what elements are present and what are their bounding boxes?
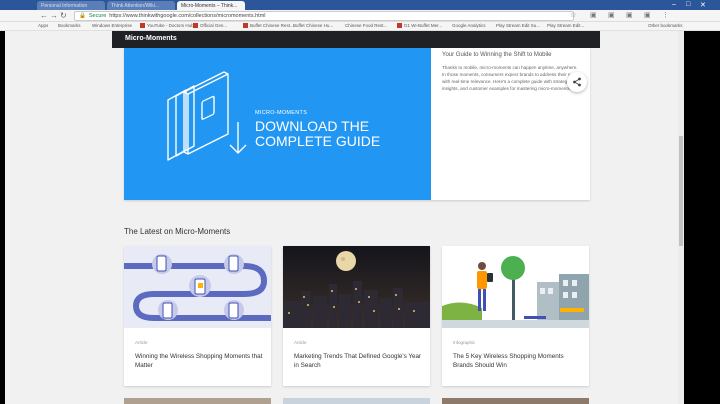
card-title[interactable]: The 5 Key Wireless Shopping Moments Bran… xyxy=(453,352,581,370)
bookmark-favicon xyxy=(397,23,402,28)
latest-section-title: The Latest on Micro-Moments xyxy=(124,227,231,236)
next-card-preview[interactable] xyxy=(283,398,430,404)
extension-icon[interactable]: ▣ xyxy=(590,11,597,19)
lock-icon: 🔒 xyxy=(79,13,86,19)
window-edge xyxy=(684,31,720,404)
scrollbar-thumb[interactable] xyxy=(679,136,683,246)
tab-strip: Personal Information Think Attention/Wik… xyxy=(0,0,720,10)
card-photo xyxy=(283,246,430,328)
bookmark-item[interactable]: G1 Wi-Buffet Mer... xyxy=(397,23,442,28)
star-icon[interactable]: ☆ xyxy=(570,11,576,19)
next-card-preview[interactable] xyxy=(124,398,271,404)
bookmark-item[interactable]: Apps xyxy=(38,23,48,28)
browser-tab-active[interactable]: Micro-Moments – Think... xyxy=(177,1,245,10)
guide-title-line-2: COMPLETE GUIDE xyxy=(255,133,381,149)
card-title[interactable]: Marketing Trends That Defined Google's Y… xyxy=(294,352,422,370)
browser-tab-1[interactable]: Personal Information xyxy=(37,1,105,10)
share-button[interactable] xyxy=(567,72,587,92)
browser-toolbar: ← → ↻ 🔒 Secure https://www.thinkwithgoogle… xyxy=(0,10,720,22)
extension-icon[interactable]: ▣ xyxy=(626,11,633,19)
share-icon xyxy=(573,77,581,87)
guide-body-text: Thanks to mobile, micro-moments can happ… xyxy=(442,65,581,91)
bookmark-favicon xyxy=(193,23,198,28)
back-icon[interactable]: ← xyxy=(40,11,48,20)
extension-icon[interactable]: ▣ xyxy=(608,11,615,19)
bookmark-item[interactable]: Chinese Food Rest... xyxy=(345,23,387,28)
city-moon-photo xyxy=(283,246,430,328)
tab-label: Personal Information xyxy=(41,3,88,9)
bookmark-item[interactable]: Other bookmarks xyxy=(648,23,683,28)
bookmarks-bar: Apps Bookmarks Windows Enterprise YouTub… xyxy=(0,22,720,31)
reload-icon[interactable]: ↻ xyxy=(60,11,67,20)
tab-label: Micro-Moments – Think... xyxy=(181,3,238,9)
card-title[interactable]: Winning the Wireless Shopping Moments th… xyxy=(135,352,263,370)
guide-description: Your Guide to Winning the Shift to Mobil… xyxy=(442,52,582,92)
bookmark-item[interactable]: Buffet Chinese Hu... xyxy=(293,23,333,28)
extension-icon[interactable]: ▣ xyxy=(644,11,651,19)
card-kicker: Infographic xyxy=(453,340,476,345)
article-card-2[interactable]: Article Marketing Trends That Defined Go… xyxy=(283,246,430,386)
forward-icon[interactable]: → xyxy=(50,11,58,20)
site-header: Micro-Moments xyxy=(112,31,600,48)
address-bar[interactable]: 🔒 Secure https://www.thinkwithgoogle.com/c… xyxy=(74,11,574,21)
url-text: https://www.thinkwithgoogle.com/collecti… xyxy=(109,13,266,19)
guide-banner[interactable]: MICRO-MOMENTS DOWNLOAD THE COMPLETE GUID… xyxy=(124,48,431,200)
bookmark-favicon xyxy=(140,23,145,28)
bookmark-item[interactable]: Google Analytics xyxy=(452,23,486,28)
guide-title: DOWNLOAD THE COMPLETE GUIDE xyxy=(255,119,415,149)
bookmark-item[interactable]: YouTube - Doctors Hub xyxy=(140,23,194,28)
site-logo-text[interactable]: Micro-Moments xyxy=(125,35,177,42)
window-edge xyxy=(0,31,5,404)
bookmark-item[interactable]: Play Stream Edit... xyxy=(547,23,584,28)
article-card-1[interactable]: Article Winning the Wireless Shopping Mo… xyxy=(124,246,271,386)
bookmark-item[interactable]: Buffet Chinese Rest... xyxy=(243,23,294,28)
card-illustration xyxy=(124,246,271,328)
browser-window: Personal Information Think Attention/Wik… xyxy=(0,0,720,404)
bookmark-favicon xyxy=(243,23,248,28)
minimize-icon[interactable]: – xyxy=(672,1,676,8)
card-kicker: Article xyxy=(135,340,148,345)
tab-label: Think Attention/Wiki... xyxy=(111,3,160,9)
page-viewport[interactable]: Micro-Moments MICRO-MOMENTS DOWNLOAD THE… xyxy=(0,31,720,404)
menu-icon[interactable]: ⋮ xyxy=(662,11,669,19)
close-window-icon[interactable]: ✕ xyxy=(700,1,706,9)
phone-journey-illustration xyxy=(124,254,271,321)
next-card-preview[interactable] xyxy=(442,398,589,404)
guide-kicker: MICRO-MOMENTS xyxy=(255,110,308,116)
shopper-street-illustration xyxy=(442,256,589,328)
guide-title-line-1: DOWNLOAD THE xyxy=(255,118,370,134)
article-card-3[interactable]: Infographic The 5 Key Wireless Shopping … xyxy=(442,246,589,386)
download-guide-card[interactable]: MICRO-MOMENTS DOWNLOAD THE COMPLETE GUID… xyxy=(124,48,590,200)
bookmark-item[interactable]: Windows Enterprise xyxy=(92,23,132,28)
bookmark-item[interactable]: Bookmarks xyxy=(58,23,81,28)
card-illustration xyxy=(442,246,589,328)
card-kicker: Article xyxy=(294,340,307,345)
bookmark-item[interactable]: Play Stream Edit Su... xyxy=(496,23,540,28)
maximize-icon[interactable]: □ xyxy=(686,1,690,8)
browser-tab-2[interactable]: Think Attention/Wiki... xyxy=(107,1,175,10)
secure-label: Secure xyxy=(88,13,107,19)
guide-subtitle[interactable]: Your Guide to Winning the Shift to Mobil… xyxy=(442,52,582,58)
bookmark-item[interactable]: Official Gen... xyxy=(193,23,227,28)
